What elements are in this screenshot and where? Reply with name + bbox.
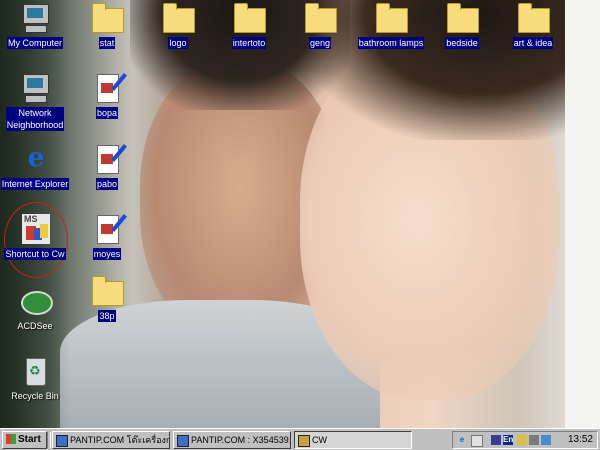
language-indicator[interactable]: En — [503, 435, 513, 445]
browser-icon — [177, 434, 189, 447]
browser-icon — [56, 434, 68, 447]
taskbar-task-cw[interactable]: CW — [294, 431, 412, 449]
desktop-icon-bathroom-lamps[interactable]: bathroom lamps — [356, 2, 426, 49]
folder-icon — [304, 2, 337, 34]
icon-label: bopa — [95, 107, 119, 119]
start-button[interactable]: Start — [2, 431, 47, 449]
icon-label: geng — [308, 37, 332, 49]
desktop-icon-moyes[interactable]: moyes — [72, 213, 142, 260]
folder-icon — [91, 275, 124, 307]
folder-icon — [233, 2, 266, 34]
desktop-icon-shortcut-to-cw[interactable]: MS Shortcut to Cw — [0, 213, 70, 260]
network-tray-icon[interactable] — [491, 435, 501, 445]
desktop-icon-bedside[interactable]: bedside — [427, 2, 497, 49]
document-icon — [91, 213, 127, 245]
desktop-icon-logo[interactable]: logo — [143, 2, 213, 49]
recycle-bin-icon — [19, 355, 51, 387]
icon-label: Network Neighborhood — [5, 107, 65, 131]
computer-icon — [19, 2, 51, 34]
notepad-tray-icon[interactable] — [471, 435, 483, 447]
desktop-icon-38p[interactable]: 38p — [72, 275, 142, 322]
folder-icon — [91, 2, 124, 34]
ms-shortcut-icon: MS — [19, 213, 51, 245]
desktop-icon-art-and-idea[interactable]: art & idea — [498, 2, 568, 49]
taskbar-task-pantip-2[interactable]: PANTIP.COM : X3545391 ... — [173, 431, 291, 449]
desktop-icon-network-neighborhood[interactable]: Network Neighborhood — [0, 72, 70, 131]
ms-icon-text: MS — [24, 214, 38, 224]
document-icon — [91, 72, 127, 104]
folder-icon — [446, 2, 479, 34]
wallpaper-window — [565, 0, 600, 428]
icon-label: Internet Explorer — [0, 178, 70, 190]
icon-label: intertoto — [231, 37, 267, 49]
desktop-icon-internet-explorer[interactable]: e Internet Explorer — [0, 143, 70, 190]
volume-icon[interactable] — [529, 435, 539, 445]
document-icon — [91, 143, 127, 175]
icon-label: bathroom lamps — [357, 37, 425, 49]
icon-label: My Computer — [6, 37, 63, 49]
icon-label: 38p — [98, 310, 116, 322]
clock[interactable]: 13:52 — [568, 434, 593, 445]
desktop-icon-pabo[interactable]: pabo — [72, 143, 142, 190]
network-icon — [19, 72, 51, 104]
icon-label: moyes — [92, 248, 122, 260]
desktop-icon-recycle-bin[interactable]: Recycle Bin — [0, 355, 70, 402]
desktop-icon-bopa[interactable]: bopa — [72, 72, 142, 119]
icon-label: bedside — [445, 37, 479, 49]
desktop: My Computer Network Neighborhood e Intern… — [0, 0, 600, 428]
folder-icon — [162, 2, 195, 34]
acdsee-icon — [19, 285, 53, 317]
windows-logo-icon — [6, 434, 16, 445]
tray-app-icon[interactable] — [517, 435, 527, 445]
icon-label: Recycle Bin — [11, 391, 59, 401]
desktop-icon-my-computer[interactable]: My Computer — [0, 2, 70, 49]
icon-label: Shortcut to Cw — [4, 248, 66, 260]
taskbar: Start PANTIP.COM โต๊ะเครื่องกล : ... PAN… — [0, 428, 600, 450]
icon-label: pabo — [95, 178, 119, 190]
folder-icon — [375, 2, 408, 34]
desktop-icon-intertoto[interactable]: intertoto — [214, 2, 284, 49]
desktop-icon-stat[interactable]: stat — [72, 2, 142, 49]
icon-label: stat — [98, 37, 116, 49]
desktop-icon-acdsee[interactable]: ACDSee — [0, 285, 70, 332]
icon-label: art & idea — [512, 37, 554, 49]
folder-icon — [517, 2, 550, 34]
ie-tray-icon[interactable]: e — [457, 435, 467, 445]
icon-label: logo — [168, 37, 188, 49]
tray-app-icon-2[interactable] — [541, 435, 551, 445]
taskbar-task-pantip-1[interactable]: PANTIP.COM โต๊ะเครื่องกล : ... — [52, 431, 170, 449]
icon-label: ACDSee — [17, 321, 53, 331]
system-tray: e En 13:52 — [452, 431, 598, 449]
app-icon — [298, 434, 310, 447]
taskbar-separator — [47, 432, 51, 448]
desktop-icon-geng[interactable]: geng — [285, 2, 355, 49]
internet-explorer-icon: e — [27, 143, 45, 173]
